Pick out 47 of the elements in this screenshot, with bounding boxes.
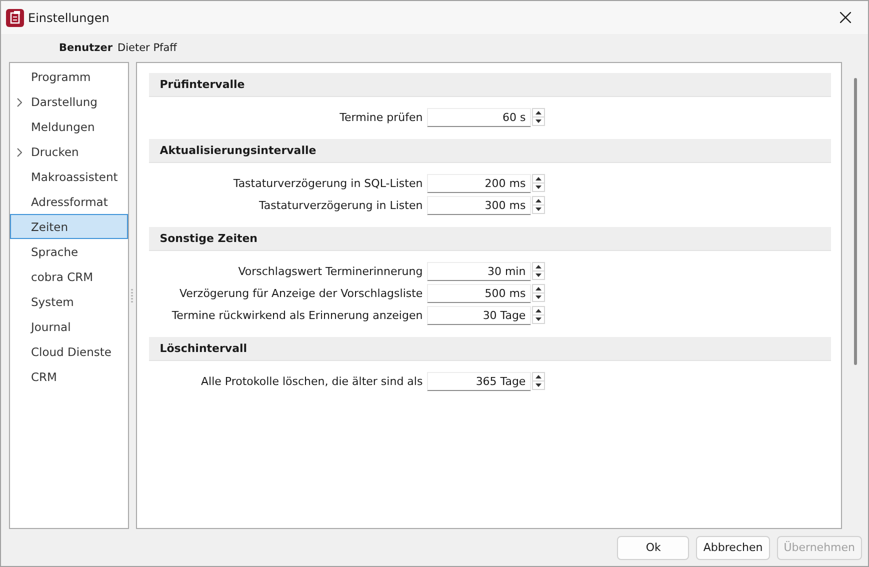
field-label: Tastaturverzögerung in Listen [258, 198, 424, 212]
sidebar-item[interactable]: Adressformat [10, 189, 128, 214]
sidebar-item[interactable]: Sprache [10, 239, 128, 264]
number-field[interactable]: 300 ms [426, 196, 531, 214]
spinner-icon[interactable] [532, 196, 545, 214]
sidebar-item[interactable]: Drucken [10, 139, 128, 164]
spinner-icon[interactable] [532, 108, 545, 126]
section-header: Prüfintervalle [148, 73, 832, 97]
section-header: Sonstige Zeiten [148, 227, 832, 251]
sidebar-item[interactable]: CRM [10, 364, 128, 389]
field-label: Tastaturverzögerung in SQL-Listen [232, 176, 424, 190]
sidebar-item[interactable]: Zeiten [10, 214, 128, 239]
spinner-icon[interactable] [532, 372, 545, 390]
close-icon [840, 12, 850, 23]
spinner-icon[interactable] [532, 306, 545, 324]
sidebar-item[interactable]: Cloud Dienste [10, 339, 128, 364]
scrollbar-thumb[interactable] [854, 78, 857, 365]
section-header: Löschintervall [148, 337, 832, 361]
sidebar-item[interactable]: Meldungen [10, 114, 128, 139]
field-label: Termine rückwirkend als Erinnerung anzeigen [170, 308, 424, 322]
dialog-button[interactable]: Abbrechen [696, 536, 770, 560]
sidebar-item[interactable]: Darstellung [10, 89, 128, 114]
window-title: Einstellungen [28, 10, 110, 24]
user-label: Benutzer [59, 42, 113, 54]
number-field[interactable]: 30 Tage [426, 306, 531, 324]
sidebar-item[interactable]: Journal [10, 314, 128, 339]
section-header: Aktualisierungsintervalle [148, 139, 832, 163]
field-label: Vorschlagswert Terminerinnerung [237, 264, 424, 278]
field-label: Verzögerung für Anzeige der Vorschlagsliste [178, 286, 424, 300]
field-label: Alle Protokolle löschen, die älter sind als [200, 374, 424, 388]
number-field[interactable]: 30 min [426, 262, 531, 280]
number-field[interactable]: 365 Tage [426, 372, 531, 390]
number-field[interactable]: 500 ms [426, 284, 531, 302]
splitter-grip-icon[interactable] [131, 288, 134, 302]
number-field[interactable]: 60 s [426, 108, 531, 126]
spinner-icon[interactable] [532, 262, 545, 280]
spinner-icon[interactable] [532, 174, 545, 192]
sidebar-item[interactable]: cobra CRM [10, 264, 128, 289]
field-label: Termine prüfen [338, 110, 424, 124]
sidebar-item[interactable]: Programm [10, 64, 128, 89]
app-icon [6, 8, 24, 26]
number-field[interactable]: 200 ms [426, 174, 531, 192]
user-name: Dieter Pfaff [118, 42, 177, 54]
sidebar-item[interactable]: Makroassistent [10, 164, 128, 189]
dialog-button[interactable]: Ok [617, 536, 690, 560]
sidebar-item[interactable]: System [10, 289, 128, 314]
spinner-icon[interactable] [532, 284, 545, 302]
